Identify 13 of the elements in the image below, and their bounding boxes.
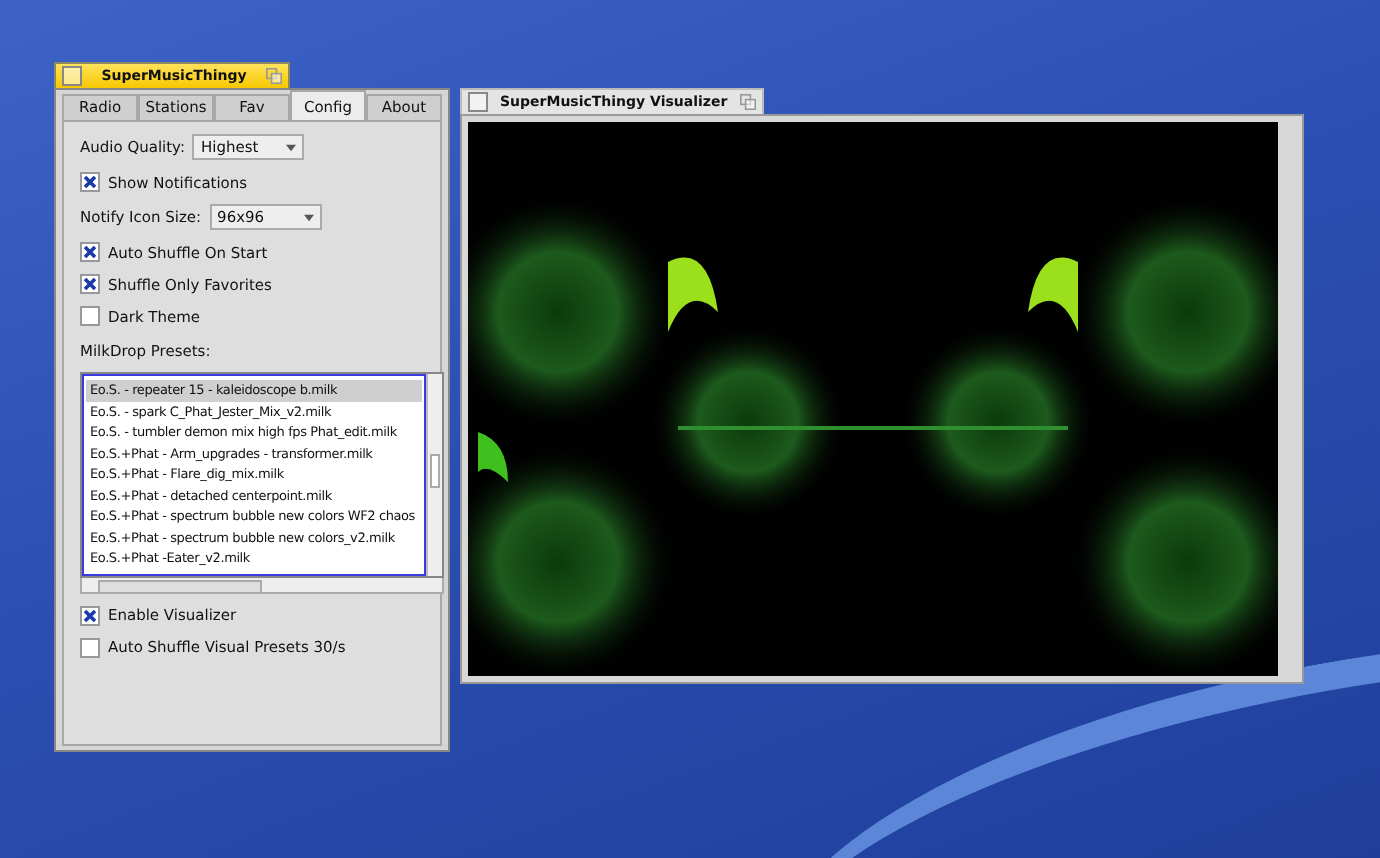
caret-icon [286,143,297,151]
checkbox-box[interactable] [80,242,100,262]
window-menu-icon[interactable] [468,92,488,112]
restore-icon[interactable] [266,68,282,84]
checkbox-box[interactable] [80,637,100,657]
checkbox-box[interactable] [80,605,100,625]
checkbox-box[interactable] [80,274,100,294]
caret-icon [303,213,314,221]
checkbox-box[interactable] [80,306,100,326]
window-menu-icon[interactable] [62,66,82,86]
vertical-scrollbar[interactable] [426,374,442,575]
checkbox-box[interactable] [80,172,100,192]
restore-icon[interactable] [739,94,756,110]
